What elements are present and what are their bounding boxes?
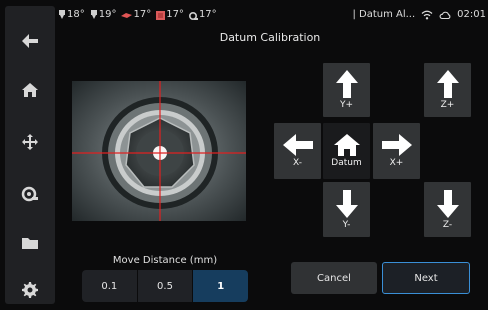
home-button[interactable] — [5, 70, 55, 110]
move-distance-label: Move Distance (mm) — [112, 255, 218, 266]
move-button[interactable] — [5, 122, 55, 162]
temperature-readouts: 18° 19° 17° 17° 17° — [58, 9, 217, 20]
move-distance-selector: 0.1 0.5 1 — [82, 270, 248, 302]
probe-temp-icon — [188, 11, 198, 20]
arrow-up-icon — [335, 70, 358, 98]
distance-option-1[interactable]: 1 — [193, 270, 248, 302]
camera-view — [72, 81, 246, 221]
extruder-temp-icon — [90, 9, 97, 19]
bed-temp[interactable]: 17° — [121, 9, 151, 20]
extruder-1-temp[interactable]: 18° — [58, 9, 85, 20]
cloud-icon — [439, 11, 451, 19]
back-button[interactable] — [5, 21, 55, 61]
move-icon — [22, 134, 38, 150]
z-minus-button[interactable]: Z- — [424, 182, 471, 237]
home-icon — [22, 83, 38, 97]
chamber-temp-icon — [156, 10, 166, 20]
cancel-button[interactable]: Cancel — [291, 262, 377, 294]
settings-gear-icon — [22, 282, 38, 298]
bed-temp-icon — [121, 12, 133, 18]
temp-value: 17° — [133, 9, 152, 20]
folder-icon — [22, 237, 38, 249]
jog-label: Datum — [331, 158, 362, 168]
chamber-temp[interactable]: 17° — [156, 9, 184, 20]
jog-label: X- — [293, 158, 302, 168]
jog-label: X+ — [389, 158, 404, 168]
temp-value: 17° — [198, 9, 217, 20]
jog-label: Z+ — [440, 100, 455, 110]
y-minus-button[interactable]: Y- — [323, 182, 370, 237]
page-title: Datum Calibration — [219, 31, 321, 44]
status-bar: 18° 19° 17° 17° 17° | Datum Al... 02:01 — [58, 9, 486, 25]
distance-option-0-5[interactable]: 0.5 — [137, 270, 194, 302]
datum-button[interactable]: Datum — [323, 123, 370, 179]
extruder-button[interactable] — [5, 173, 55, 213]
nozzle-camera-image — [72, 81, 246, 221]
temp-value: 18° — [67, 9, 85, 20]
x-minus-button[interactable]: X- — [274, 123, 321, 179]
y-plus-button[interactable]: Y+ — [323, 63, 370, 117]
z-plus-button[interactable]: Z+ — [424, 63, 471, 117]
probe-temp[interactable]: 17° — [188, 9, 217, 20]
arrow-down-icon — [335, 189, 358, 218]
home-icon — [333, 134, 360, 156]
wifi-icon — [421, 10, 433, 19]
files-button[interactable] — [5, 223, 55, 263]
x-plus-button[interactable]: X+ — [373, 123, 420, 179]
clock: 02:01 — [457, 9, 486, 20]
distance-option-0-1[interactable]: 0.1 — [82, 270, 138, 302]
jog-label: Y+ — [339, 100, 354, 110]
extruder-2-temp[interactable]: 19° — [90, 9, 117, 20]
settings-button[interactable] — [5, 270, 55, 310]
arrow-down-icon — [436, 189, 459, 218]
status-right: | Datum Al... 02:01 — [352, 9, 486, 20]
extruder-temp-icon — [59, 9, 65, 19]
temp-value: 17° — [166, 9, 184, 20]
sidebar — [5, 6, 55, 304]
arrow-up-icon — [436, 70, 459, 98]
back-arrow-icon — [22, 34, 38, 48]
arrow-right-icon — [381, 134, 412, 156]
temp-value: 19° — [98, 9, 117, 20]
jog-label: Z- — [442, 219, 453, 230]
extruder-icon — [21, 186, 38, 202]
jog-label: Y- — [342, 219, 351, 230]
next-button[interactable]: Next — [382, 262, 470, 294]
printer-name[interactable]: | Datum Al... — [352, 9, 415, 20]
arrow-left-icon — [282, 134, 313, 156]
